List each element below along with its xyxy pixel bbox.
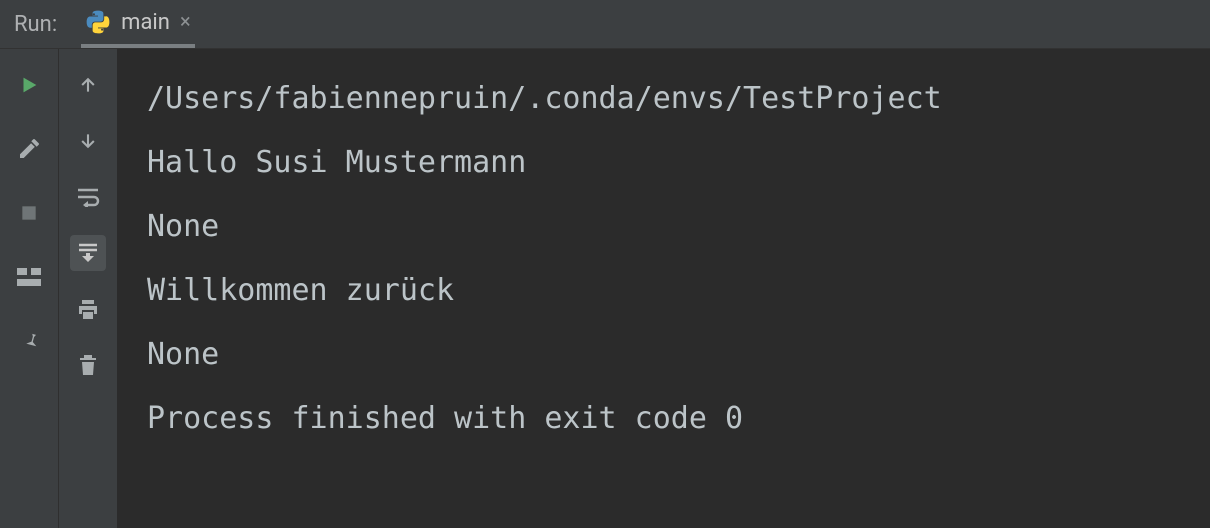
clear-button[interactable] <box>70 347 106 383</box>
rerun-button[interactable] <box>11 67 47 103</box>
console-line: /Users/fabiennepruin/.conda/envs/TestPro… <box>147 67 1210 131</box>
pin-button[interactable] <box>11 323 47 359</box>
console-line: Hallo Susi Mustermann <box>147 131 1210 195</box>
run-header: Run: main × <box>0 0 1210 49</box>
down-stack-button[interactable] <box>70 123 106 159</box>
console-output[interactable]: /Users/fabiennepruin/.conda/envs/TestPro… <box>117 49 1210 528</box>
console-line: Process finished with exit code 0 <box>147 387 1210 451</box>
python-icon <box>85 9 111 35</box>
run-body: /Users/fabiennepruin/.conda/envs/TestPro… <box>0 49 1210 528</box>
run-tool-window: Run: main × <box>0 0 1210 528</box>
edit-config-button[interactable] <box>11 131 47 167</box>
print-button[interactable] <box>70 291 106 327</box>
soft-wrap-button[interactable] <box>70 179 106 215</box>
console-line: None <box>147 323 1210 387</box>
up-stack-button[interactable] <box>70 67 106 103</box>
scroll-to-end-button[interactable] <box>70 235 106 271</box>
console-line: None <box>147 195 1210 259</box>
tab-label: main <box>121 10 170 35</box>
run-label: Run: <box>14 12 57 37</box>
run-toolbar-left <box>0 49 58 528</box>
console-line: Willkommen zurück <box>147 259 1210 323</box>
layout-button[interactable] <box>11 259 47 295</box>
run-config-tab[interactable]: main × <box>81 0 194 48</box>
console-toolbar <box>58 49 117 528</box>
close-tab-icon[interactable]: × <box>180 11 191 33</box>
stop-button[interactable] <box>11 195 47 231</box>
